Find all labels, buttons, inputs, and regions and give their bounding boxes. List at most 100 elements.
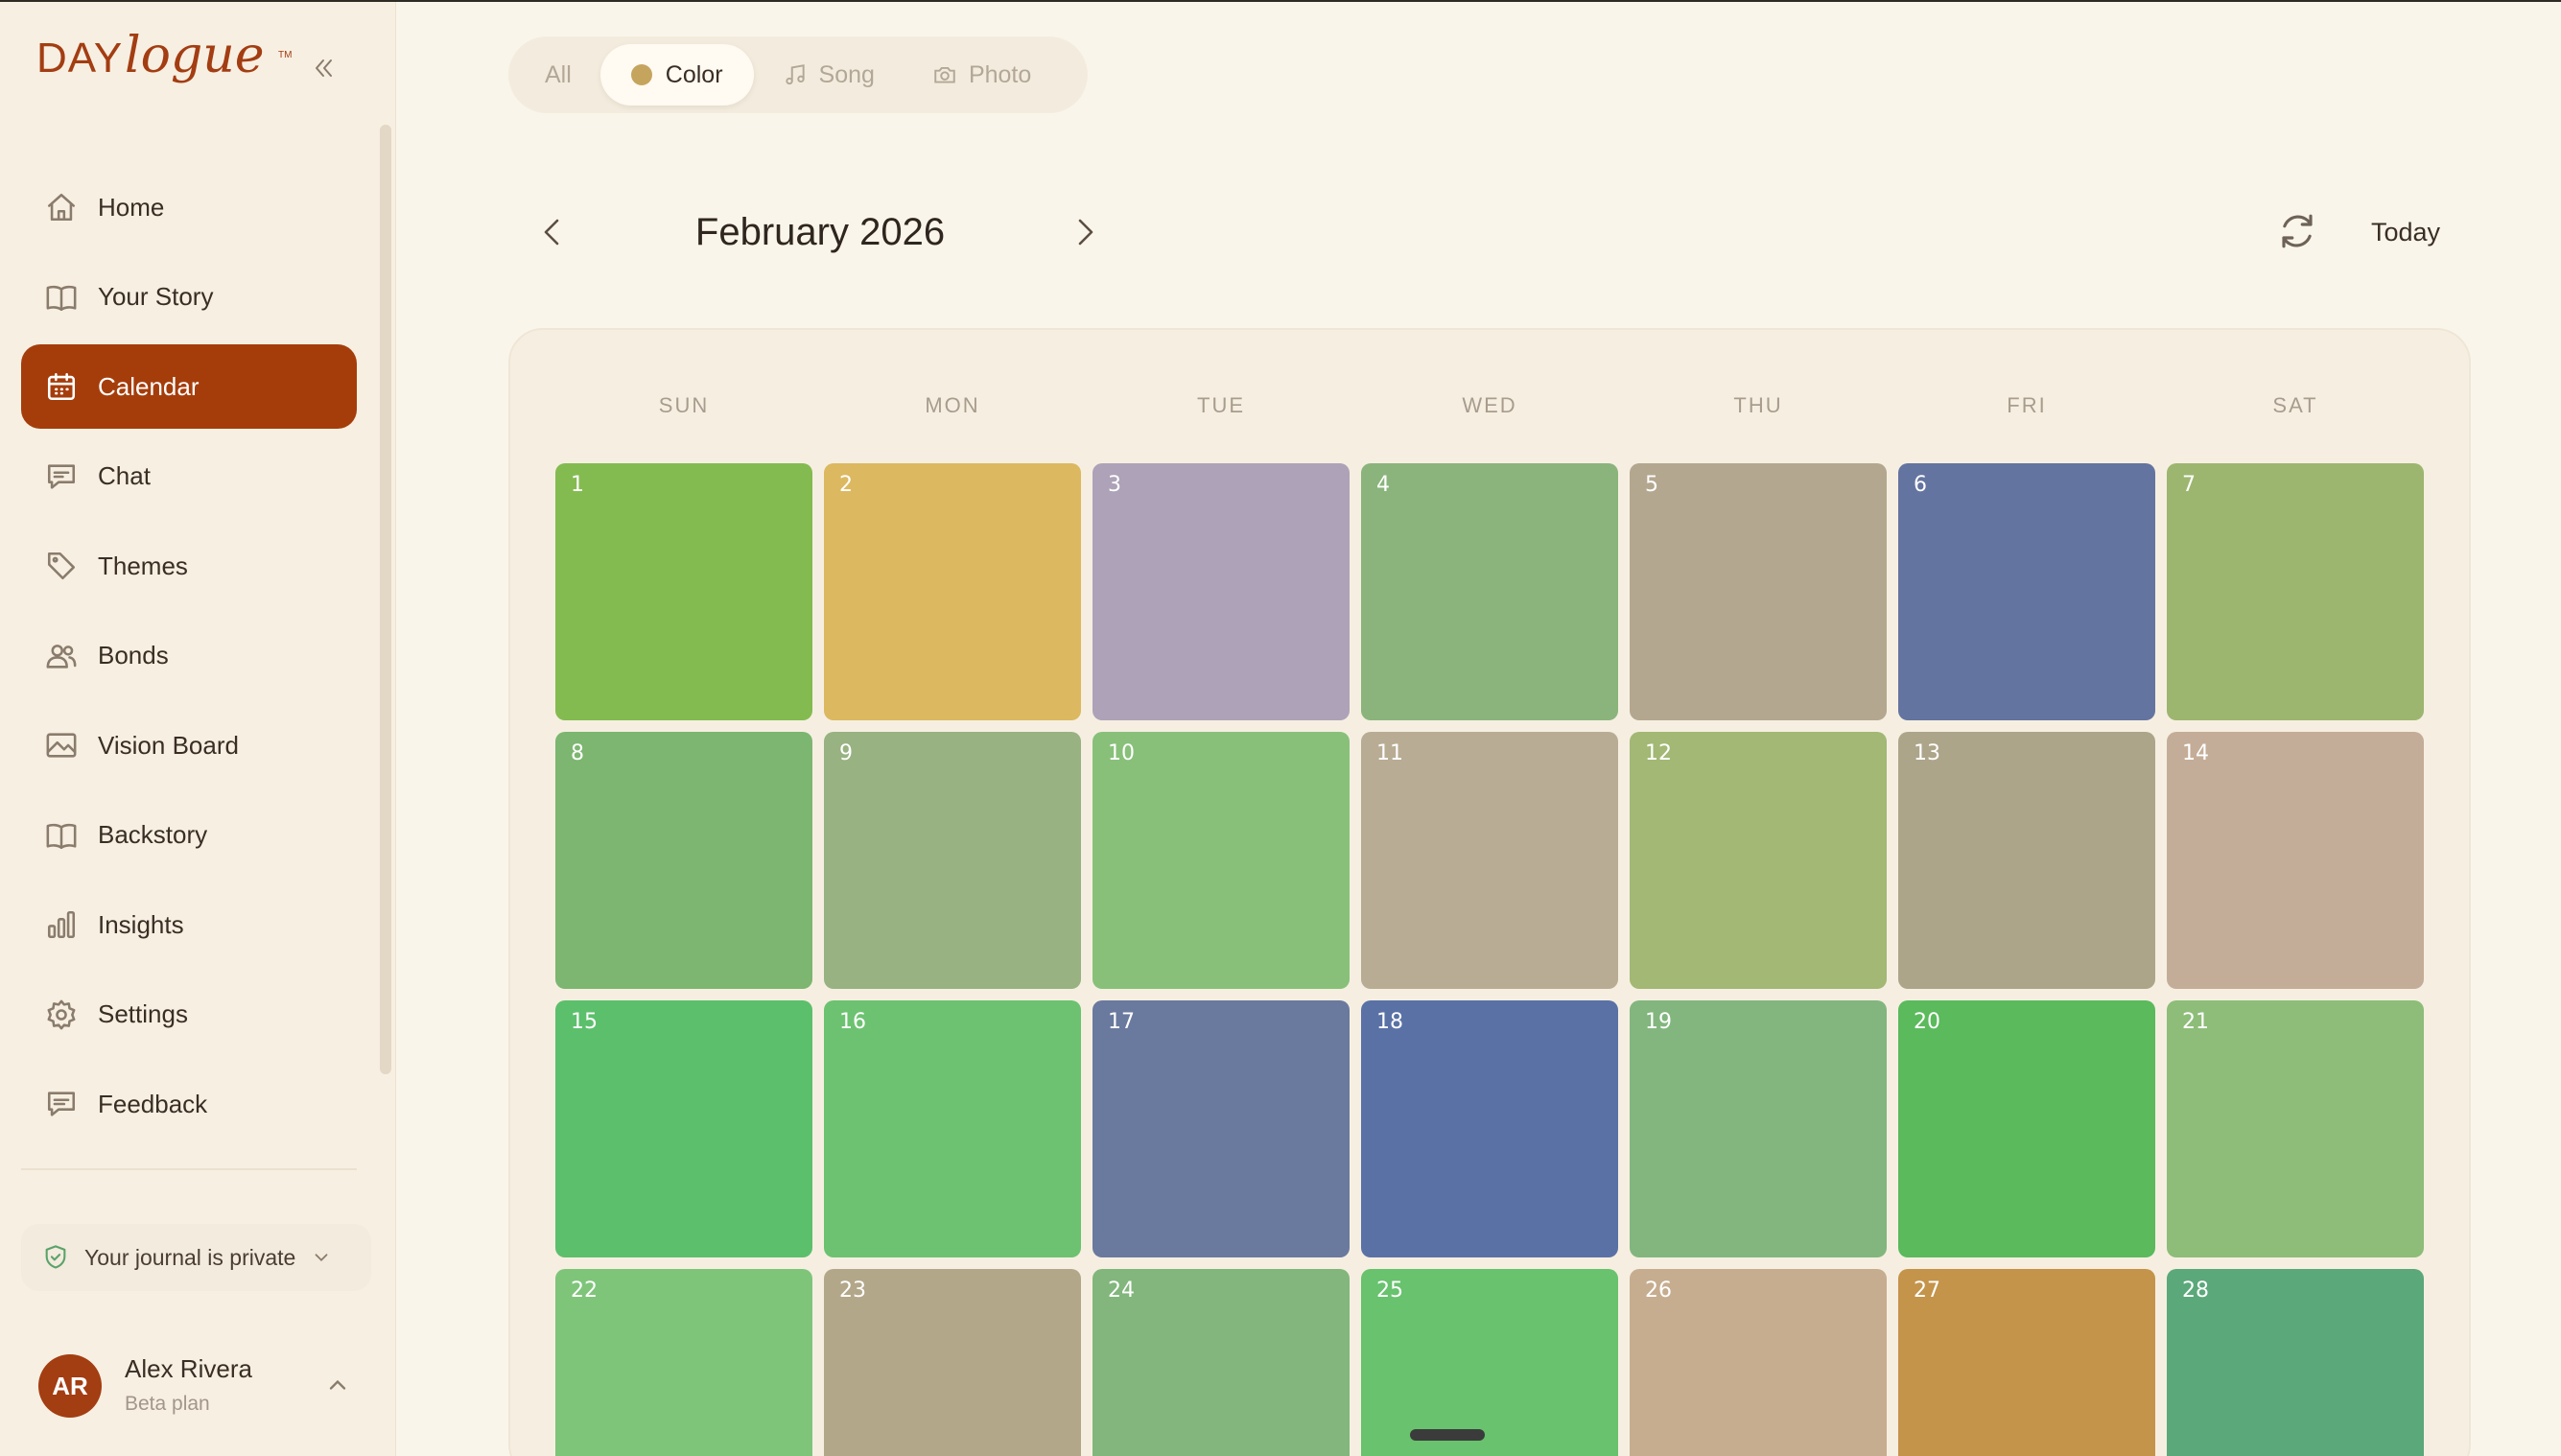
- calendar-day-cell[interactable]: 20: [1898, 1000, 2155, 1257]
- sidebar-item-label: Insights: [98, 909, 184, 939]
- filter-all[interactable]: All: [516, 44, 600, 106]
- today-button[interactable]: Today: [2371, 213, 2440, 251]
- day-number: 11: [1376, 741, 1403, 765]
- sidebar-item-label: Settings: [98, 999, 188, 1028]
- sidebar-item-home[interactable]: Home: [21, 165, 357, 249]
- filter-color[interactable]: Color: [599, 44, 754, 106]
- filter-label: Song: [818, 60, 875, 88]
- filter-photo[interactable]: Photo: [904, 44, 1060, 106]
- calendar-icon: [44, 369, 79, 404]
- day-number: 19: [1645, 1010, 1672, 1034]
- day-number: 6: [1914, 473, 1927, 497]
- camera-icon: [934, 66, 955, 83]
- weekday-label: WED: [1462, 393, 1517, 417]
- bar-chart-icon: [44, 907, 79, 942]
- calendar-day-cell[interactable]: 5: [1630, 463, 1887, 720]
- calendar-day-cell[interactable]: 23: [824, 1269, 1081, 1456]
- sidebar-item-label: Backstory: [98, 820, 208, 849]
- user-plan: Beta plan: [125, 1393, 210, 1415]
- window-top-border: [0, 0, 2561, 2]
- calendar-day-cell[interactable]: 1: [555, 463, 812, 720]
- day-number: 15: [571, 1010, 598, 1034]
- calendar-day-cell[interactable]: 26: [1630, 1269, 1887, 1456]
- color-dot-icon: [630, 64, 652, 85]
- calendar-day-cell[interactable]: 9: [824, 732, 1081, 989]
- calendar-day-cell[interactable]: 19: [1630, 1000, 1887, 1257]
- chevron-down-icon: [315, 1254, 328, 1262]
- sidebar-item-backstory[interactable]: Backstory: [21, 793, 357, 878]
- calendar-day-cell[interactable]: 27: [1898, 1269, 2155, 1456]
- day-number: 16: [839, 1010, 866, 1034]
- day-number: 8: [571, 741, 584, 765]
- day-number: 28: [2182, 1279, 2209, 1303]
- calendar-day-cell[interactable]: 10: [1093, 732, 1350, 989]
- sidebar-item-chat[interactable]: Chat: [21, 434, 357, 519]
- sidebar-divider: [21, 1168, 357, 1170]
- sidebar-item-feedback[interactable]: Feedback: [21, 1062, 357, 1146]
- refresh-icon[interactable]: [2277, 211, 2317, 251]
- sidebar-item-label: Chat: [98, 461, 151, 490]
- privacy-status-dropdown[interactable]: Your journal is private: [21, 1224, 371, 1291]
- calendar-day-cell[interactable]: 2: [824, 463, 1081, 720]
- day-number: 25: [1376, 1279, 1403, 1303]
- calendar-day-cell[interactable]: 12: [1630, 732, 1887, 989]
- people-icon: [44, 639, 79, 673]
- weekday-label: MON: [925, 393, 980, 417]
- collapse-sidebar-icon[interactable]: [309, 54, 338, 82]
- shield-check-icon: [45, 1245, 66, 1269]
- sidebar-item-calendar[interactable]: Calendar: [21, 344, 357, 429]
- sidebar-item-settings[interactable]: Settings: [21, 973, 357, 1057]
- user-name: Alex Rivera: [125, 1354, 252, 1383]
- privacy-label: Your journal is private: [84, 1244, 296, 1270]
- day-number: 10: [1108, 741, 1135, 765]
- sidebar-item-label: Calendar: [98, 371, 200, 401]
- filter-label: All: [545, 60, 572, 88]
- image-icon: [44, 728, 79, 763]
- sidebar-item-label: Vision Board: [98, 730, 239, 760]
- calendar-day-cell[interactable]: 16: [824, 1000, 1081, 1257]
- next-month-button[interactable]: [1067, 203, 1105, 261]
- calendar-day-cell[interactable]: 24: [1093, 1269, 1350, 1456]
- sidebar-item-bonds[interactable]: Bonds: [21, 614, 357, 698]
- day-number: 13: [1914, 741, 1940, 765]
- sidebar-item-themes[interactable]: Themes: [21, 524, 357, 608]
- calendar-day-cell[interactable]: 3: [1093, 463, 1350, 720]
- logo-trademark: TM: [278, 50, 293, 60]
- calendar-day-cell[interactable]: 18: [1361, 1000, 1618, 1257]
- calendar-day-cell[interactable]: 14: [2167, 732, 2424, 989]
- home-indicator: [1410, 1429, 1485, 1441]
- calendar-day-cell[interactable]: 25: [1361, 1269, 1618, 1456]
- calendar-day-cell[interactable]: 4: [1361, 463, 1618, 720]
- previous-month-button[interactable]: [532, 203, 571, 261]
- calendar-day-cell[interactable]: 8: [555, 732, 812, 989]
- calendar-day-cell[interactable]: 22: [555, 1269, 812, 1456]
- user-profile-menu[interactable]: AR Alex Rivera Beta plan: [38, 1352, 364, 1429]
- weekday-label: THU: [1733, 393, 1783, 417]
- day-number: 2: [839, 473, 853, 497]
- sidebar-item-your-story[interactable]: Your Story: [21, 255, 357, 340]
- chevron-up-icon[interactable]: [324, 1372, 351, 1398]
- sidebar-item-vision-board[interactable]: Vision Board: [21, 703, 357, 787]
- calendar-day-cell[interactable]: 17: [1093, 1000, 1350, 1257]
- logo-logue-text: logue: [125, 27, 265, 84]
- day-number: 7: [2182, 473, 2196, 497]
- day-number: 12: [1645, 741, 1672, 765]
- calendar-day-cell[interactable]: 7: [2167, 463, 2424, 720]
- sidebar-scrollbar-thumb[interactable]: [380, 125, 391, 1074]
- calendar-day-cell[interactable]: 11: [1361, 732, 1618, 989]
- sidebar-item-label: Feedback: [98, 1089, 208, 1118]
- calendar-day-cell[interactable]: 15: [555, 1000, 812, 1257]
- calendar-day-cell[interactable]: 21: [2167, 1000, 2424, 1257]
- gear-icon: [44, 998, 79, 1032]
- calendar-day-cell[interactable]: 13: [1898, 732, 2155, 989]
- day-number: 4: [1376, 473, 1390, 497]
- calendar-day-cell[interactable]: 28: [2167, 1269, 2424, 1456]
- app-logo[interactable]: DAY logue TM: [36, 27, 295, 107]
- weekday-label: SAT: [2272, 393, 2318, 417]
- sidebar: DAY logue TM Home Your Story Calendar Ch…: [0, 0, 396, 1456]
- filter-song[interactable]: Song: [754, 44, 904, 106]
- day-number: 20: [1914, 1010, 1940, 1034]
- day-number: 18: [1376, 1010, 1403, 1034]
- sidebar-item-insights[interactable]: Insights: [21, 882, 357, 967]
- calendar-day-cell[interactable]: 6: [1898, 463, 2155, 720]
